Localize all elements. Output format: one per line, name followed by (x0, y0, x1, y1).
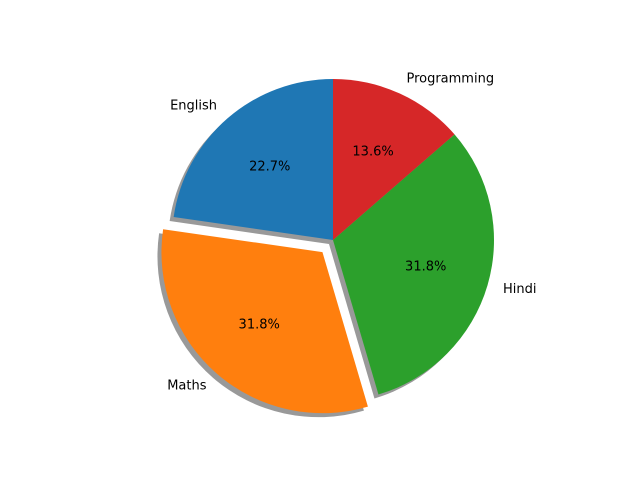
pie-chart: 22.7% 31.8% 31.8% 13.6% English Maths Hindi Pr… (157, 71, 537, 418)
pie-category-label-english: English (170, 99, 217, 114)
pie-pct-label-english: 22.7% (249, 159, 290, 174)
chart-container: 22.7% 31.8% 31.8% 13.6% English Maths Hindi Pr… (0, 0, 640, 480)
pie-pct-label-maths: 31.8% (239, 318, 280, 333)
pie-pct-label-hindi: 31.8% (405, 260, 446, 275)
slice-layer (161, 79, 494, 414)
pie-category-label-hindi: Hindi (503, 282, 537, 297)
pie-category-label-maths: Maths (167, 379, 207, 394)
pie-pct-label-programming: 13.6% (352, 145, 393, 160)
pie-category-label-programming: Programming (406, 71, 494, 86)
